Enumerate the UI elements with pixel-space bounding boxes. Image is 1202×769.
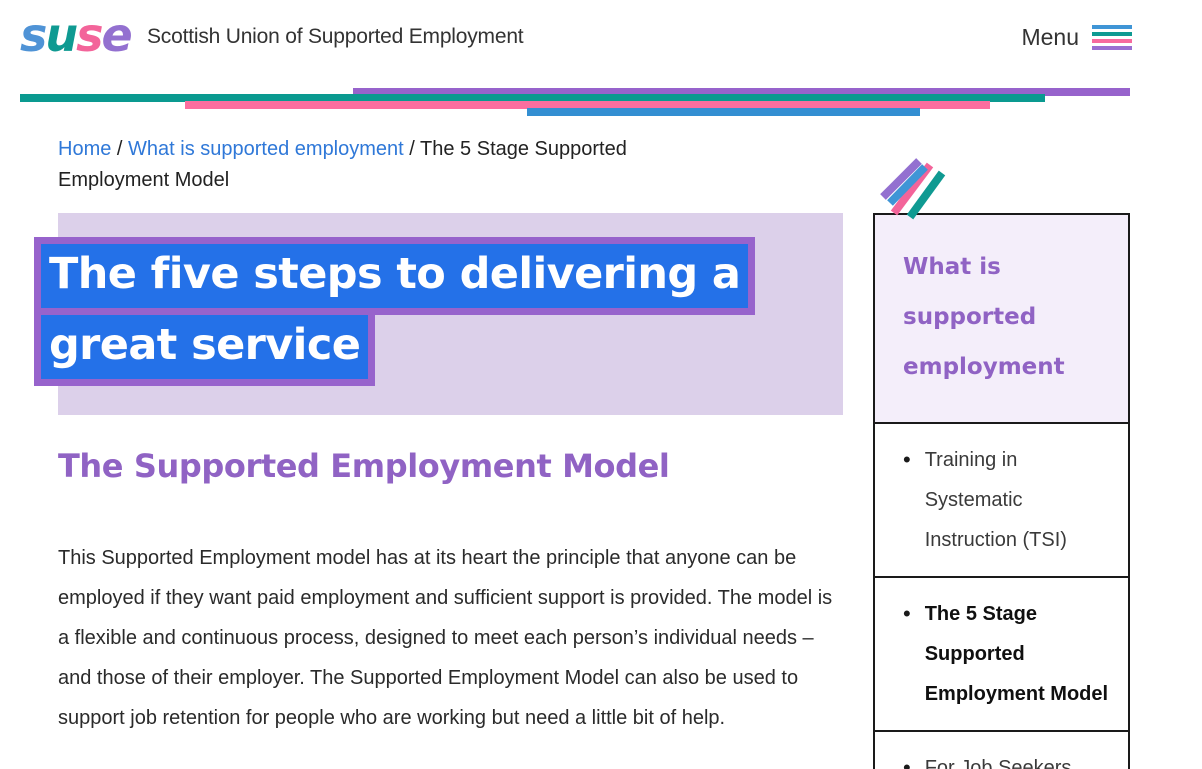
logo-letter-1: s bbox=[20, 8, 47, 62]
page-title: The Supported Employment Model bbox=[58, 447, 670, 485]
crossed-strokes-icon bbox=[880, 158, 946, 220]
sidebar-heading-label: What is supported employment bbox=[903, 254, 1065, 380]
breadcrumb: Home / What is supported employment / Th… bbox=[58, 134, 698, 196]
sidebar: What is supported employment • Training … bbox=[873, 158, 1130, 769]
sidebar-item-tsi[interactable]: • Training in Systematic Instruction (TS… bbox=[875, 424, 1128, 578]
site-title: Scottish Union of Supported Employment bbox=[147, 25, 524, 48]
menu-label: Menu bbox=[1021, 24, 1079, 50]
breadcrumb-separator-1: / bbox=[111, 138, 129, 160]
hero-banner: The five steps to delivering a great ser… bbox=[34, 213, 843, 415]
sidebar-heading[interactable]: What is supported employment bbox=[875, 215, 1128, 424]
sidebar-item-label: Training in Systematic Instruction (TSI) bbox=[924, 449, 1067, 551]
hero-heading-line-2: great service bbox=[34, 315, 376, 386]
breadcrumb-separator-2: / bbox=[403, 138, 421, 160]
sidebar-item-label: For Job Seekers bbox=[924, 757, 1072, 769]
main-content: Home / What is supported employment / Th… bbox=[58, 134, 848, 196]
logo-text: suse bbox=[20, 12, 133, 58]
bullet-icon: • bbox=[903, 447, 911, 472]
sidebar-item-five-stage-model[interactable]: • The 5 Stage Supported Employment Model bbox=[875, 578, 1128, 732]
hamburger-icon[interactable] bbox=[1092, 25, 1132, 50]
hero-heading: The five steps to delivering a great ser… bbox=[34, 237, 756, 386]
breadcrumb-link-home[interactable]: Home bbox=[58, 138, 111, 160]
menu-button[interactable]: Menu bbox=[1021, 24, 1132, 51]
bullet-icon: • bbox=[903, 601, 911, 626]
site-header: suse Scottish Union of Supported Employm… bbox=[0, 0, 1202, 86]
sidebar-panel: What is supported employment • Training … bbox=[873, 213, 1130, 769]
hero-heading-line-1: The five steps to delivering a bbox=[34, 237, 756, 315]
body-paragraph: This Supported Employment model has at i… bbox=[58, 547, 833, 729]
logo-letter-2: u bbox=[45, 8, 78, 62]
sidebar-item-job-seekers[interactable]: • For Job Seekers bbox=[875, 732, 1128, 769]
breadcrumb-link-parent[interactable]: What is supported employment bbox=[128, 138, 404, 160]
site-logo[interactable]: suse bbox=[20, 12, 133, 58]
bullet-icon: • bbox=[903, 755, 911, 769]
logo-letter-4: e bbox=[101, 8, 133, 62]
sidebar-item-label: The 5 Stage Supported Employment Model bbox=[924, 603, 1109, 705]
logo-letter-3: s bbox=[76, 8, 103, 62]
decorative-bar-blue bbox=[527, 108, 920, 116]
